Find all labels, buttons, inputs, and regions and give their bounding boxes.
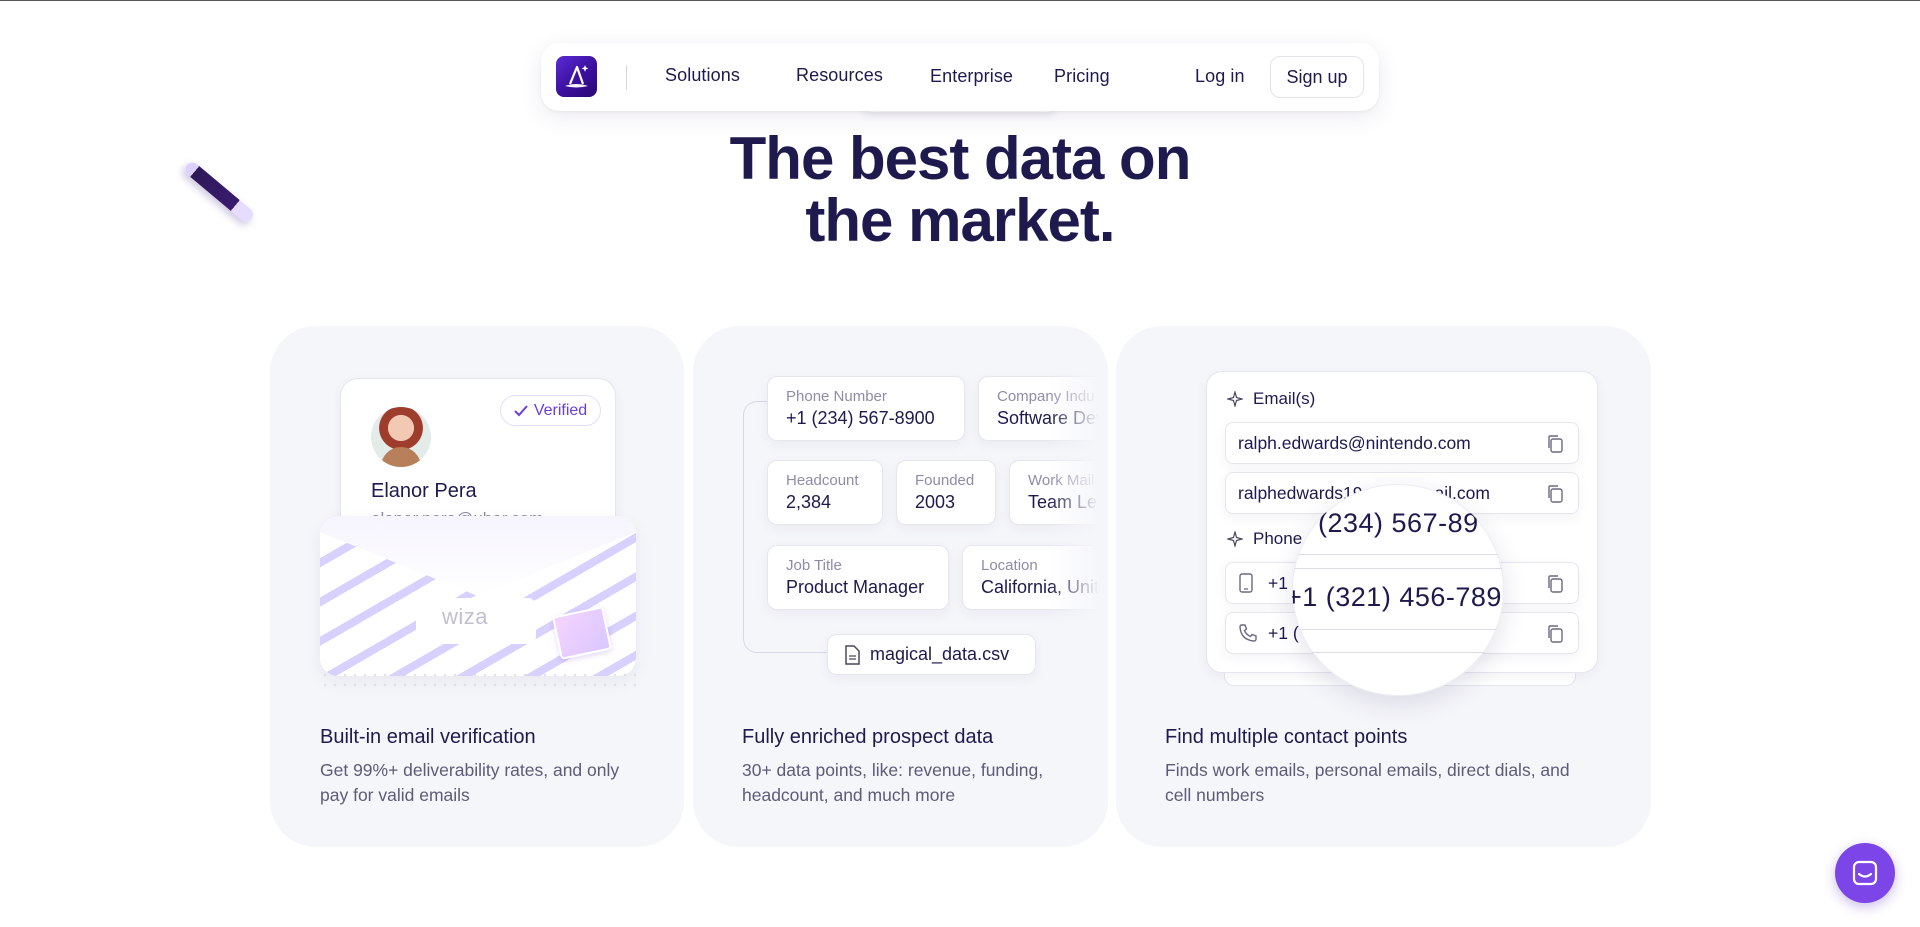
top-navbar: Solutions Resources Enterprise Pricing L… (541, 43, 1379, 111)
field-job-title: Job Title Product Manager (767, 545, 949, 610)
nav-solutions[interactable]: Solutions (665, 65, 740, 86)
field-value: +1 (234) 567-8900 (786, 408, 935, 428)
avatar (371, 407, 431, 467)
verified-badge: Verified (500, 395, 601, 426)
field-label: Phone Number (786, 388, 887, 405)
right-fade (1048, 366, 1108, 626)
mag-divider (1292, 652, 1504, 653)
hero-heading: The best data on the market. (560, 128, 1360, 252)
card-description: 30+ data points, like: revenue, funding,… (742, 760, 1044, 805)
nav-enterprise[interactable]: Enterprise (930, 66, 1013, 87)
profile-name: Elanor Pera (371, 480, 477, 502)
field-phone-number: Phone Number +1 (234) 567-8900 (767, 376, 965, 441)
sparkle-icon (1227, 531, 1243, 547)
emails-section-label: Email(s) (1227, 389, 1315, 409)
email-value: ralph.edwards@nintendo.com (1238, 432, 1471, 453)
sparkle-icon (1227, 391, 1243, 407)
mag-divider (1292, 629, 1504, 630)
card-title: Find multiple contact points (1165, 726, 1408, 748)
mag-divider (1292, 568, 1504, 569)
card-description: Finds work emails, personal emails, dire… (1165, 760, 1570, 805)
copy-icon[interactable] (1546, 624, 1564, 644)
phone-label: Phone (1253, 529, 1303, 548)
email-row[interactable]: ralph.edwards@nintendo.com (1225, 422, 1579, 464)
file-icon (845, 644, 860, 665)
field-founded: Founded 2003 (896, 460, 996, 525)
envelope-illustration: wiza (320, 516, 636, 676)
card-description: Get 99%+ deliverability rates, and only … (320, 760, 620, 805)
stamp-icon (551, 606, 613, 660)
chat-launcher-button[interactable] (1835, 843, 1895, 903)
feature-card-email-verification: Verified Elanor Pera elanor.pera@uber.co… (270, 326, 684, 847)
field-label: Founded (915, 472, 975, 489)
field-value: 2003 (915, 492, 956, 512)
magnifier-lens: (234) 567-89 +1 (321) 456-789 (1292, 484, 1504, 696)
field-label: Job Title (786, 557, 842, 574)
phone-value: +1 ( (1268, 622, 1299, 643)
avatar-body (381, 447, 421, 467)
verified-label: Verified (533, 401, 588, 419)
nav-pricing[interactable]: Pricing (1054, 66, 1110, 87)
signup-button[interactable]: Sign up (1270, 56, 1364, 98)
phone-value: +1 (1268, 572, 1288, 593)
envelope-flap (320, 516, 636, 596)
envelope-brand: wiza (442, 604, 489, 629)
csv-filename: magical_data.csv (870, 644, 1010, 664)
wiza-logo-icon[interactable] (556, 56, 597, 97)
copy-icon[interactable] (1546, 484, 1564, 504)
field-headcount: Headcount 2,384 (767, 460, 883, 525)
copy-icon[interactable] (1546, 574, 1564, 594)
mag-divider (1292, 554, 1504, 555)
mobile-icon (1239, 573, 1253, 593)
check-icon (514, 404, 528, 416)
emails-label: Email(s) (1253, 389, 1316, 408)
chat-icon (1852, 860, 1878, 886)
login-link[interactable]: Log in (1195, 66, 1245, 87)
nav-divider (626, 65, 627, 90)
copy-icon[interactable] (1546, 434, 1564, 454)
phone-icon (1239, 624, 1257, 642)
feature-card-prospect-data: Phone Number +1 (234) 567-8900 Company I… (693, 326, 1108, 847)
phone-section-label: Phone (1227, 529, 1302, 549)
field-value: 2,384 (786, 492, 832, 512)
hero-line-1: The best data on (729, 125, 1192, 192)
nav-resources[interactable]: Resources (796, 65, 883, 86)
window-top-border (0, 0, 1920, 1)
feature-card-contact-points: Email(s) ralph.edwards@nintendo.com ralp… (1116, 326, 1651, 847)
hero-line-2: the market. (805, 187, 1115, 254)
csv-file-chip[interactable]: magical_data.csv (827, 634, 1036, 675)
magnified-phone-2: +1 (321) 456-789 (1292, 582, 1502, 612)
field-value: Product Manager (786, 577, 925, 597)
magnified-phone-1: (234) 567-89 (1318, 508, 1479, 538)
magic-wand-icon (182, 159, 256, 225)
card-title: Fully enriched prospect data (742, 726, 994, 748)
dot-pattern (320, 670, 636, 690)
field-label: Headcount (786, 472, 859, 489)
card-title: Built-in email verification (320, 726, 536, 748)
